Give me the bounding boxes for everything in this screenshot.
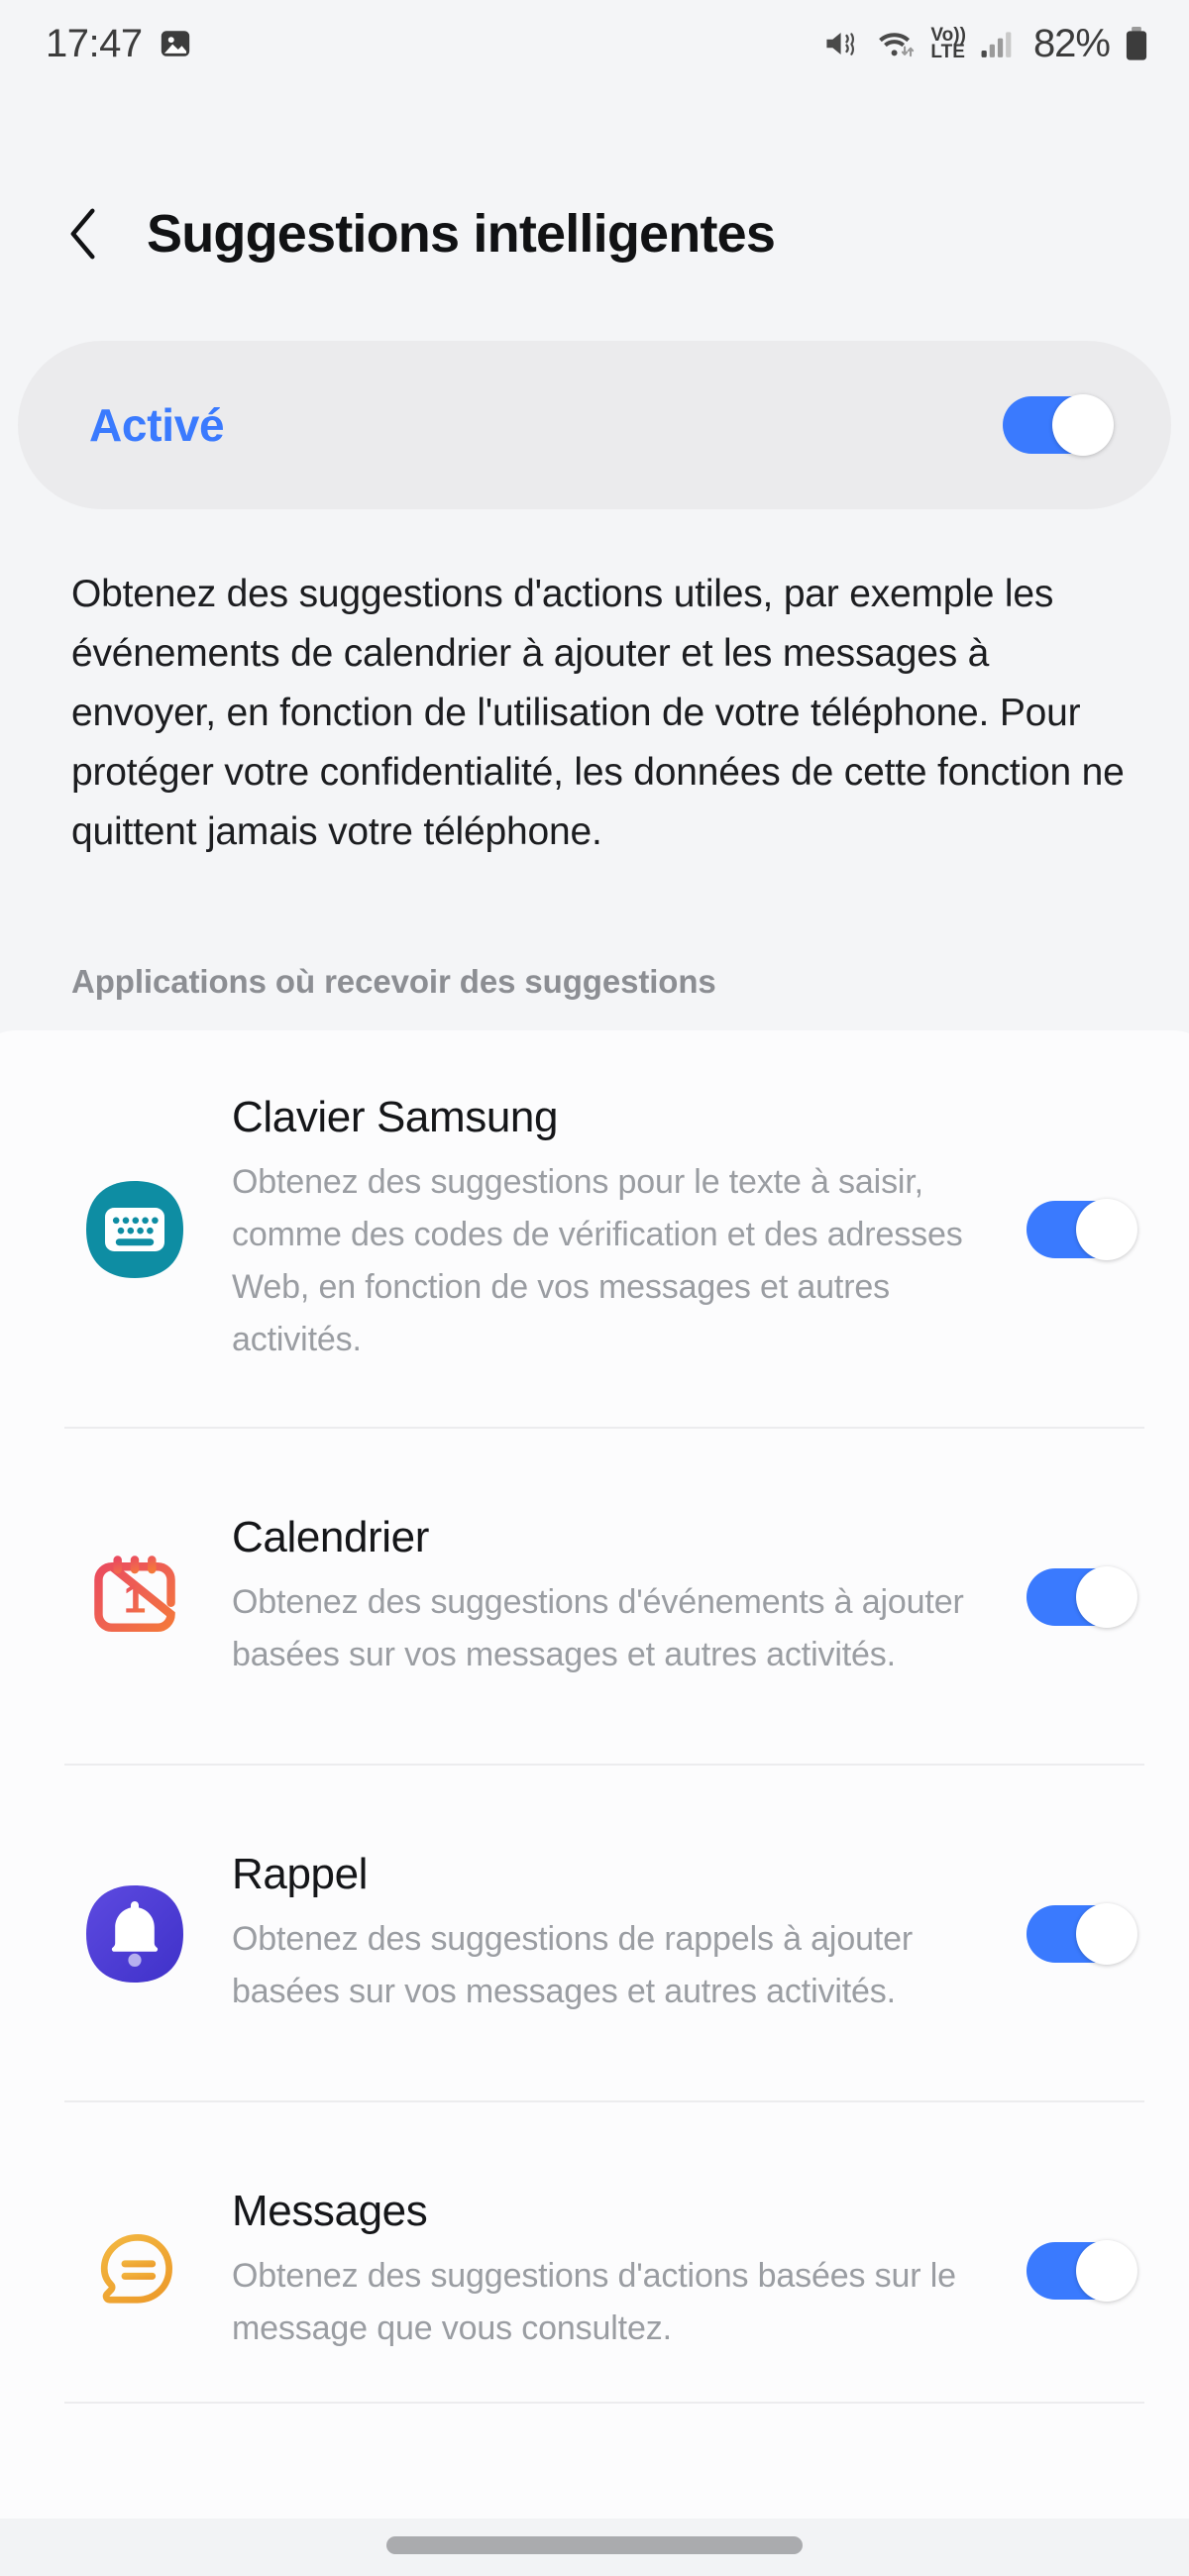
app-icon-container	[79, 1882, 190, 1986]
calendar-day-number: 1	[124, 1575, 146, 1621]
switch-knob	[1076, 1566, 1137, 1628]
master-toggle-label: Activé	[89, 399, 225, 451]
app-toggle-reminder[interactable]	[1027, 1903, 1137, 1965]
app-row-messages[interactable]: Messages Obtenez des suggestions d'actio…	[0, 2102, 1189, 2439]
app-toggle-keyboard[interactable]	[1027, 1199, 1137, 1260]
app-icon-container	[79, 1178, 190, 1281]
master-toggle-switch[interactable]	[1003, 394, 1114, 456]
app-name: Calendrier	[232, 1513, 429, 1561]
app-text-block: Calendrier Obtenez des suggestions d'évé…	[190, 1513, 1027, 1681]
switch-knob	[1076, 1199, 1137, 1260]
messages-bubble-icon	[100, 2233, 172, 2304]
volte-icon: Vo)) LTE	[930, 25, 966, 62]
app-name: Clavier Samsung	[232, 1093, 559, 1141]
back-button[interactable]	[61, 206, 105, 262]
volte-label-bottom: LTE	[930, 42, 965, 62]
app-description: Obtenez des suggestions d'actions basées…	[232, 2257, 956, 2347]
battery-percentage: 82%	[1032, 21, 1111, 65]
row-divider	[64, 2402, 1144, 2404]
status-bar-left: 17:47	[46, 22, 192, 66]
app-row-reminder[interactable]: Rappel Obtenez des suggestions de rappel…	[0, 1766, 1189, 2102]
feature-description: Obtenez des suggestions d'actions utiles…	[71, 573, 1125, 853]
wifi-icon	[875, 27, 917, 60]
back-chevron-icon	[70, 208, 95, 260]
samsung-keyboard-icon	[86, 1181, 183, 1278]
app-toggle-messages[interactable]	[1027, 2240, 1137, 2302]
app-description: Obtenez des suggestions pour le texte à …	[232, 1163, 963, 1358]
app-description: Obtenez des suggestions d'événements à a…	[232, 1583, 964, 1673]
app-text-block: Clavier Samsung Obtenez des suggestions …	[190, 1093, 1027, 1366]
calendar-icon: 1	[94, 1556, 175, 1632]
battery-icon	[1124, 26, 1149, 61]
mute-vibrate-icon	[823, 27, 861, 60]
section-title-apps: Applications où recevoir des suggestions	[71, 963, 716, 1000]
status-bar: 17:47 Vo)) LTE 82%	[0, 0, 1189, 87]
master-toggle-row[interactable]: Activé	[18, 341, 1171, 509]
status-bar-clock: 17:47	[46, 21, 143, 65]
phone-screen: 17:47 Vo)) LTE 82% Suggestions intellige…	[0, 0, 1189, 2576]
app-row-keyboard[interactable]: Clavier Samsung Obtenez des suggestions …	[0, 1030, 1189, 1429]
app-row-calendar[interactable]: 1 Calendrier Obtenez des suggestions d'é…	[0, 1429, 1189, 1766]
app-text-block: Messages Obtenez des suggestions d'actio…	[190, 2187, 1027, 2355]
app-list-card: Clavier Samsung Obtenez des suggestions …	[0, 1030, 1189, 2526]
gesture-navigation-area	[0, 2519, 1189, 2576]
switch-knob	[1076, 1903, 1137, 1965]
app-toggle-calendar[interactable]	[1027, 1566, 1137, 1628]
signal-bars-icon	[980, 28, 1014, 59]
home-gesture-handle[interactable]	[386, 2536, 803, 2554]
app-description: Obtenez des suggestions de rappels à ajo…	[232, 1920, 914, 2010]
switch-knob	[1076, 2240, 1137, 2302]
page-header: Suggestions intelligentes	[0, 174, 1189, 293]
reminder-bell-icon	[86, 1885, 183, 1983]
switch-knob	[1052, 394, 1114, 456]
app-text-block: Rappel Obtenez des suggestions de rappel…	[190, 1850, 1027, 2018]
gallery-image-icon	[159, 27, 192, 60]
app-icon-container	[79, 2221, 190, 2320]
app-icon-container: 1	[79, 1548, 190, 1647]
app-name: Messages	[232, 2187, 428, 2235]
app-name: Rappel	[232, 1850, 369, 1898]
page-title: Suggestions intelligentes	[147, 204, 776, 264]
status-bar-right: Vo)) LTE 82%	[823, 22, 1149, 66]
